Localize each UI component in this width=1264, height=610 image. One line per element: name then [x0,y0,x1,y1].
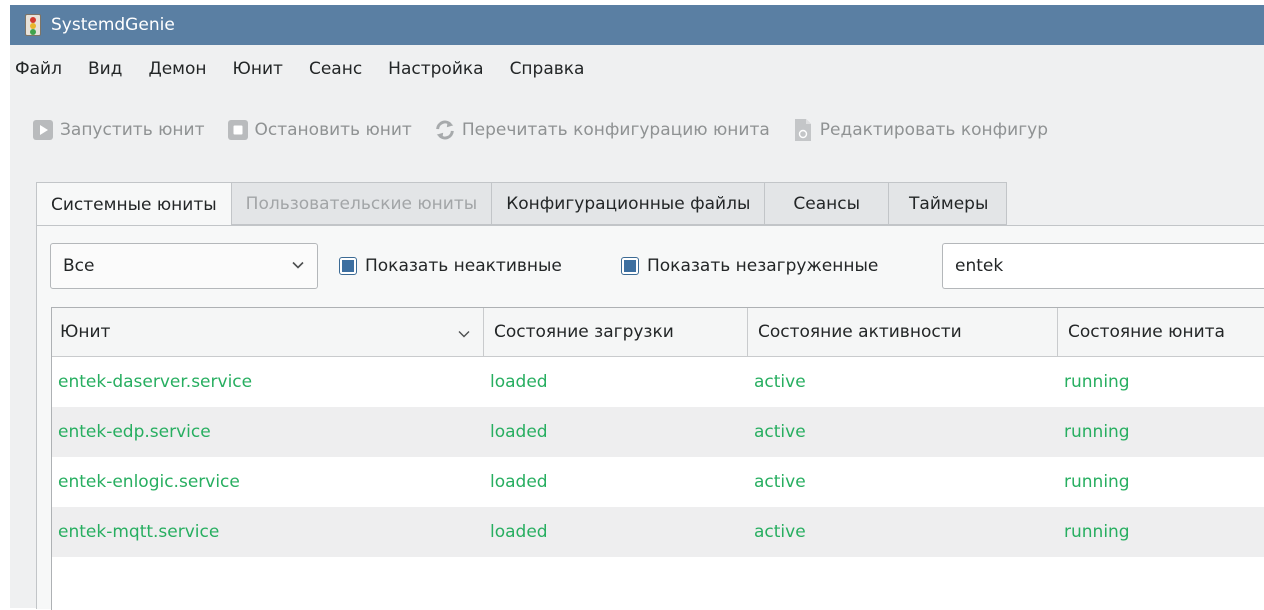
sort-chevron-icon [457,326,471,346]
menu-help[interactable]: Справка [497,59,598,79]
stop-unit-label: Остановить юнит [254,120,412,140]
column-header-unit-state[interactable]: Состояние юнита [1058,308,1264,356]
active-state: active [754,422,806,442]
active-state: active [754,372,806,392]
unit-name: entek-edp.service [58,422,211,442]
tab-bar: Системные юниты Пользовательские юниты К… [36,182,1008,226]
active-state: active [754,522,806,542]
tab-config-files[interactable]: Конфигурационные файлы [492,182,766,225]
menu-bar: Файл Вид Демон Юнит Сеанс Настройка Спра… [10,51,597,87]
load-state: loaded [490,422,548,442]
column-header-load-state[interactable]: Состояние загрузки [484,308,748,356]
column-header-active-state[interactable]: Состояние активности [748,308,1058,356]
table-row[interactable]: entek-enlogic.service loaded active runn… [52,457,1264,507]
stop-unit-button[interactable]: Остановить юнит [227,119,412,141]
stop-icon [227,119,249,141]
menu-unit[interactable]: Юнит [220,59,296,79]
column-header-unit[interactable]: Юнит [52,308,484,356]
unit-name: entek-daserver.service [58,372,253,392]
tab-timers[interactable]: Таймеры [889,182,1008,225]
tab-sessions[interactable]: Сеансы [765,182,890,225]
sub-state: running [1064,472,1130,492]
sub-state: running [1064,372,1130,392]
play-icon [32,119,54,141]
sub-state: running [1064,422,1130,442]
chevron-down-icon [291,257,305,277]
load-state: loaded [490,522,548,542]
unit-name: entek-mqtt.service [58,522,220,542]
table-row[interactable]: entek-edp.service loaded active running [52,407,1264,457]
title-bar: SystemdGenie [10,5,1264,45]
show-inactive-checkbox[interactable]: Показать неактивные [339,243,562,289]
toolbar: Запустить юнит Остановить юнит Перечитат… [10,107,1070,153]
active-state: active [754,472,806,492]
load-state: loaded [490,372,548,392]
reload-unit-config-button[interactable]: Перечитать конфигурацию юнита [434,119,770,141]
tab-user-units[interactable]: Пользовательские юниты [231,182,493,225]
start-unit-label: Запустить юнит [60,120,205,140]
window-title: SystemdGenie [51,15,175,35]
show-inactive-label: Показать неактивные [365,256,562,276]
reload-unit-config-label: Перечитать конфигурацию юнита [461,120,770,140]
table-row[interactable]: entek-daserver.service loaded active run… [52,357,1264,407]
menu-session[interactable]: Сеанс [296,59,375,79]
start-unit-button[interactable]: Запустить юнит [32,119,205,141]
unit-search-input[interactable]: entek [942,243,1264,289]
file-edit-icon [792,119,814,141]
main-window: Файл Вид Демон Юнит Сеанс Настройка Спра… [10,45,1264,610]
checkbox-checked-icon [339,257,357,275]
checkbox-checked-icon [621,257,639,275]
menu-daemon[interactable]: Демон [135,59,219,79]
unit-type-select[interactable]: Все [50,243,318,289]
menu-view[interactable]: Вид [75,59,135,79]
tab-system-units[interactable]: Системные юниты [36,182,232,226]
sub-state: running [1064,522,1130,542]
show-unloaded-checkbox[interactable]: Показать незагруженные [621,243,878,289]
system-units-panel: Все Показать неактивные Показать незагру… [36,225,1264,610]
menu-file[interactable]: Файл [10,59,75,79]
reload-icon [434,119,456,141]
edit-unit-config-label: Редактировать конфигур [819,120,1048,140]
table-row[interactable]: entek-mqtt.service loaded active running [52,507,1264,557]
traffic-light-icon [25,14,41,36]
units-table: Юнит Состояние загрузки Состояние активн… [51,307,1264,610]
load-state: loaded [490,472,548,492]
menu-settings[interactable]: Настройка [375,59,496,79]
search-value: entek [955,256,1004,276]
unit-name: entek-enlogic.service [58,472,240,492]
edit-unit-config-button[interactable]: Редактировать конфигур [792,119,1048,141]
table-header: Юнит Состояние загрузки Состояние активн… [52,308,1264,357]
unit-type-value: Все [63,256,95,276]
show-unloaded-label: Показать незагруженные [647,256,879,276]
